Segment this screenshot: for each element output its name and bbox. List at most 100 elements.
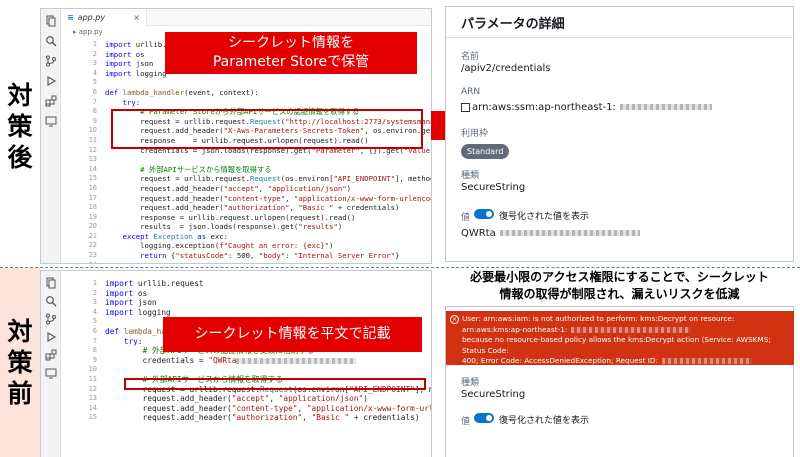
code-token: request.add_header( [105, 203, 224, 213]
code-editor-before: 1 2 3 4 5 6 7 8 9 10 11 12 13 14 15 import urllib.requ… [40, 270, 432, 457]
code-token: ) [337, 222, 343, 232]
after-label-char: 後 [7, 143, 33, 172]
callout-after-line: Parameter Storeで保管 [212, 54, 370, 70]
tier-badge: Standard [461, 144, 510, 159]
code-token: ) [346, 183, 352, 193]
line-number: 1 [92, 40, 97, 48]
error-line: User: arn:aws:iam: is not authorized to … [462, 314, 735, 323]
code-line: request.add_header("accept", "applicatio… [105, 184, 431, 194]
code-token: request.add_header( [105, 394, 232, 404]
after-label-char: 対 [7, 81, 33, 110]
code-token: request.add_header( [105, 413, 232, 423]
code-token: import [105, 307, 134, 317]
code-line: # 外部APIサービスから情報を取得する [105, 165, 431, 175]
explorer-icon[interactable] [45, 277, 57, 289]
code-token: f"Caught an error: {exc}" [219, 241, 330, 251]
line-number: 20 [88, 222, 97, 231]
value-label: 値 [461, 213, 471, 223]
code-token: import [105, 40, 132, 49]
callout-before: シークレット情報を平文で記載 [163, 317, 422, 352]
line-number: 15 [88, 174, 97, 183]
search-icon[interactable] [45, 295, 57, 307]
decrypt-toggle[interactable] [474, 413, 494, 423]
close-icon[interactable]: × [133, 9, 140, 26]
code-token: import [105, 68, 132, 78]
extensions-icon[interactable] [45, 95, 57, 107]
code-token: "content-type" [231, 403, 298, 413]
code-token: logging.exception( [105, 241, 220, 251]
line-number: 10 [88, 365, 97, 374]
parameter-details-panel: パラメータの詳細 名前 /apiv2/credentials ARN arn:a… [445, 6, 794, 262]
after-label-char: 策 [7, 112, 33, 141]
arn-row: arn:aws:ssm:ap-northeast-1: [461, 102, 712, 113]
explorer-icon[interactable] [45, 15, 57, 27]
code-token: os [133, 288, 148, 298]
run-debug-icon[interactable] [45, 331, 57, 343]
code-token: json [131, 59, 154, 69]
run-debug-icon[interactable] [45, 75, 57, 87]
line-number: 12 [88, 145, 97, 154]
extensions-icon[interactable] [45, 349, 57, 361]
code-line: def lambda_handler(event, context): [105, 88, 431, 98]
code-token: "application/json" [278, 394, 364, 404]
code-line: request.add_header("authorization", "Bas… [105, 203, 431, 213]
decrypt-toggle[interactable] [474, 209, 494, 219]
code-token: , [289, 203, 299, 213]
source-control-icon[interactable] [45, 313, 57, 325]
line-number: 7 [92, 97, 97, 106]
code-token: try [123, 336, 138, 346]
source-control-icon[interactable] [45, 55, 57, 67]
copy-icon[interactable] [461, 102, 470, 112]
code-token: import [105, 59, 132, 69]
code-token: + credentials) [333, 203, 400, 213]
code-token: Request [249, 174, 281, 184]
error-line: 400; Error Code: AccessDeniedException; … [462, 356, 789, 367]
code-token: urllib.request [133, 279, 204, 288]
line-number: 2 [92, 49, 97, 58]
code-token: "body" [258, 251, 286, 261]
code-token: + credentials) [349, 413, 420, 423]
line-number: 13 [88, 394, 97, 403]
summary-message: 必要最小限のアクセス権限にすることで、シークレット 情報の取得が制限され、漏えい… [445, 269, 794, 303]
redacted-value [499, 230, 640, 236]
code-token: ) [363, 394, 368, 404]
error-line-text: 400; Error Code: AccessDeniedException; … [462, 356, 659, 366]
code-token: results = json.loads(response).get( [105, 222, 299, 232]
remote-explorer-icon[interactable] [45, 115, 57, 127]
code-token: , [285, 193, 294, 203]
line-number: 10 [88, 126, 97, 135]
search-icon[interactable] [45, 35, 57, 47]
line-number: 6 [92, 326, 97, 335]
remote-explorer-icon[interactable] [45, 367, 57, 379]
code-line: request.add_header("content-type", "appl… [105, 404, 431, 414]
breadcrumb-label: app.py [78, 28, 103, 36]
code-line: import logging [105, 308, 431, 318]
error-line: because no resource-based policy allows … [462, 335, 771, 355]
redacted-secret [236, 357, 357, 364]
line-number: 8 [92, 107, 97, 116]
code-line: credentials = "QWRta [105, 356, 431, 366]
code-token: , [302, 413, 312, 423]
code-token: (os.environ[ [280, 174, 334, 184]
breadcrumb[interactable]: ▸ app.py [73, 26, 103, 38]
access-denied-error: × User: arn:aws:iam: is not authorized t… [446, 311, 794, 376]
code-token: def [105, 87, 119, 97]
code-token: import [105, 288, 134, 298]
line-number: 5 [92, 317, 97, 326]
code-token: request.add_header( [105, 183, 224, 193]
line-number: 15 [88, 413, 97, 422]
name-value: /apiv2/credentials [461, 63, 551, 74]
code-token: "accept" [223, 183, 259, 193]
code-token: "statusCode" [175, 251, 229, 261]
line-number: 22 [88, 241, 97, 250]
code-line: request.add_header("content-type", "appl… [105, 194, 431, 204]
code-token: "QWRta [208, 355, 237, 365]
tab-app-py[interactable]: ≡ app.py × [61, 9, 147, 26]
code-token: "application/x-www-form-urlencoded" [293, 193, 431, 203]
error-icon: × [450, 315, 459, 324]
arn-label: ARN [461, 87, 481, 97]
code-token: : 500, [228, 251, 259, 261]
